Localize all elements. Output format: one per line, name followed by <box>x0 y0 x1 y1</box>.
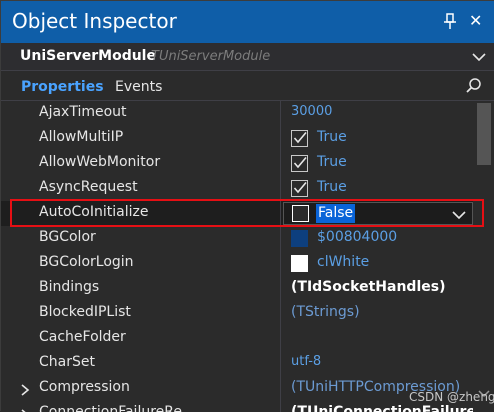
property-row[interactable]: AllowWebMonitor True <box>1 151 473 176</box>
property-row[interactable]: AjaxTimeout 30000 <box>1 101 473 126</box>
property-name: Compression <box>39 379 130 395</box>
property-row[interactable]: AsyncRequest True <box>1 176 473 201</box>
inspector-tabs: Properties Events <box>1 71 494 101</box>
property-row[interactable]: BGColorLogin clWhite <box>1 251 473 276</box>
checkbox-checked[interactable] <box>291 130 308 147</box>
checkbox-checked[interactable] <box>291 180 308 197</box>
vertical-scrollbar[interactable] <box>473 101 494 412</box>
color-swatch <box>291 230 308 247</box>
property-value[interactable]: clWhite <box>317 254 369 270</box>
tab-properties[interactable]: Properties <box>21 79 104 95</box>
property-row[interactable]: Compression (TUniHTTPCompression) <box>1 376 473 401</box>
watermark: CSDN @zheng <box>409 390 494 404</box>
check-icon <box>293 156 307 169</box>
pin-icon[interactable] <box>442 11 458 31</box>
property-name: AsyncRequest <box>39 179 138 195</box>
tab-events[interactable]: Events <box>115 79 162 95</box>
color-swatch <box>291 255 308 272</box>
property-name: Bindings <box>39 279 100 295</box>
property-name: AllowWebMonitor <box>39 154 161 170</box>
scrollbar-thumb[interactable] <box>477 103 491 165</box>
property-name: AllowMultiIP <box>39 129 124 145</box>
checkbox-checked[interactable] <box>291 155 308 172</box>
object-selector[interactable]: UniServerModule TUniServerModule <box>1 43 494 71</box>
property-row[interactable]: ConnectionFailureRe (TUniConnectionFailu… <box>1 401 473 412</box>
chevron-right-icon[interactable] <box>19 382 31 396</box>
property-row[interactable]: Bindings (TIdSocketHandles) <box>1 276 473 301</box>
property-name: CharSet <box>39 354 95 370</box>
property-row[interactable]: BlockedIPList (TStrings) <box>1 301 473 326</box>
property-value[interactable]: $00804000 <box>317 229 397 245</box>
property-value[interactable]: True <box>317 179 347 195</box>
property-name: BGColorLogin <box>39 254 134 270</box>
object-name: UniServerModule <box>20 48 156 64</box>
property-value[interactable]: True <box>317 154 347 170</box>
property-value[interactable]: utf-8 <box>291 354 321 369</box>
property-name: AjaxTimeout <box>39 104 127 120</box>
close-icon[interactable]: ✕ <box>469 12 485 30</box>
chevron-right-icon[interactable] <box>19 407 31 412</box>
search-icon[interactable] <box>465 77 483 95</box>
title-bar: Object Inspector ✕ <box>1 1 494 43</box>
check-icon <box>293 131 307 144</box>
object-type: TUniServerModule <box>151 49 271 64</box>
property-row[interactable]: CacheFolder <box>1 326 473 351</box>
property-grid: AjaxTimeout 30000 AllowMultiIP True Allo… <box>1 101 473 412</box>
property-row[interactable]: BGColor $00804000 <box>1 226 473 251</box>
check-icon <box>293 181 307 194</box>
property-row[interactable]: AllowMultiIP True <box>1 126 473 151</box>
window-title: Object Inspector <box>12 9 177 33</box>
property-value[interactable]: (TIdSocketHandles) <box>291 279 445 295</box>
object-inspector-window: Object Inspector ✕ UniServerModule TUniS… <box>0 0 494 412</box>
property-value[interactable]: (TStrings) <box>291 304 360 320</box>
chevron-down-icon[interactable] <box>471 49 487 63</box>
highlight-box <box>10 199 484 227</box>
property-row[interactable]: CharSet utf-8 <box>1 351 473 376</box>
property-name: CacheFolder <box>39 329 126 345</box>
property-value[interactable]: 30000 <box>291 104 332 119</box>
property-name: BGColor <box>39 229 96 245</box>
column-divider[interactable] <box>280 101 281 412</box>
property-name: BlockedIPList <box>39 304 131 320</box>
property-value[interactable]: True <box>317 129 347 145</box>
